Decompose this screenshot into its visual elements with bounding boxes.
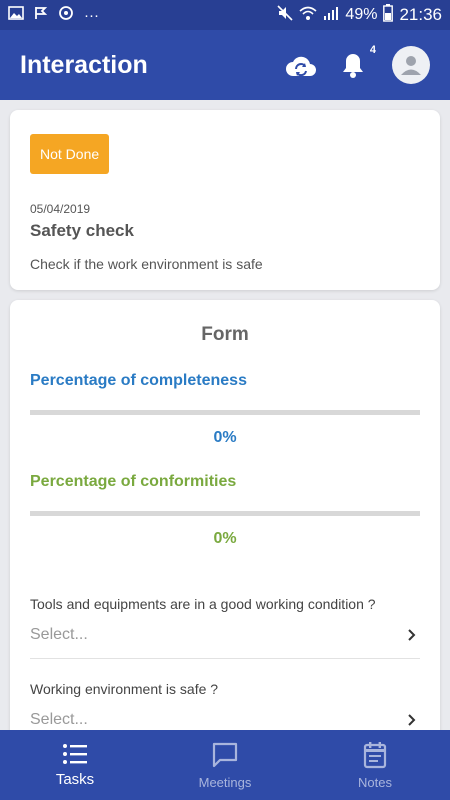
gallery-icon: [8, 6, 24, 24]
notification-badge: 4: [369, 44, 376, 56]
question-label: Working environment is safe ?: [30, 681, 219, 697]
page-title: Interaction: [20, 50, 148, 79]
notifications-button[interactable]: 4: [336, 44, 376, 82]
nav-label: Meetings: [198, 774, 252, 790]
nav-notes[interactable]: Notes: [300, 730, 450, 800]
mute-icon: [277, 5, 293, 25]
app-bar: Interaction 4: [0, 30, 450, 100]
chevron-right-icon: [404, 712, 420, 728]
nav-tasks[interactable]: Tasks: [0, 730, 150, 800]
chat-icon: [212, 742, 238, 767]
question-select[interactable]: Select...: [30, 626, 420, 659]
nav-label: Tasks: [55, 770, 95, 788]
status-bar: ··· 49% 21:36: [0, 0, 450, 30]
bell-icon: [343, 54, 363, 78]
battery-percent: 49%: [345, 6, 378, 23]
clock: 21:36: [399, 5, 442, 24]
more-dots: ···: [84, 6, 99, 24]
notes-icon: [363, 741, 387, 768]
list-icon: [63, 743, 87, 764]
avatar[interactable]: [392, 46, 430, 84]
sync-status-icon: [58, 5, 74, 25]
task-title: Safety check: [30, 221, 134, 240]
conformities-label: Percentage of conformities: [30, 473, 237, 490]
battery-icon: [383, 4, 394, 26]
nav-label: Notes: [358, 774, 392, 790]
wifi-icon: [299, 5, 317, 25]
question-label: Tools and equipments are in a good worki…: [30, 596, 376, 612]
chevron-right-icon: [404, 627, 420, 643]
completeness-label: Percentage of completeness: [30, 372, 247, 389]
task-card: Not Done 05/04/2019 Safety check Check i…: [10, 110, 440, 290]
completeness-progress-bar: [30, 410, 420, 415]
form-title: Form: [201, 324, 249, 345]
sync-button[interactable]: [284, 48, 318, 82]
completeness-percent: 0%: [213, 429, 237, 446]
cloud-sync-icon: [286, 56, 316, 77]
form-card: Form Percentage of completeness 0% Perce…: [10, 300, 440, 760]
task-date: 05/04/2019: [30, 202, 91, 216]
task-description: Check if the work environment is safe: [30, 256, 263, 272]
select-placeholder: Select...: [30, 711, 88, 728]
person-icon: [401, 56, 421, 75]
bottom-navigation: Tasks Meetings Notes: [0, 730, 450, 800]
select-placeholder: Select...: [30, 626, 88, 643]
flag-icon: [34, 6, 48, 24]
conformities-progress-bar: [30, 511, 420, 516]
conformities-percent: 0%: [213, 530, 237, 547]
status-badge: Not Done: [30, 134, 110, 174]
signal-icon: [323, 5, 339, 25]
nav-meetings[interactable]: Meetings: [150, 730, 300, 800]
